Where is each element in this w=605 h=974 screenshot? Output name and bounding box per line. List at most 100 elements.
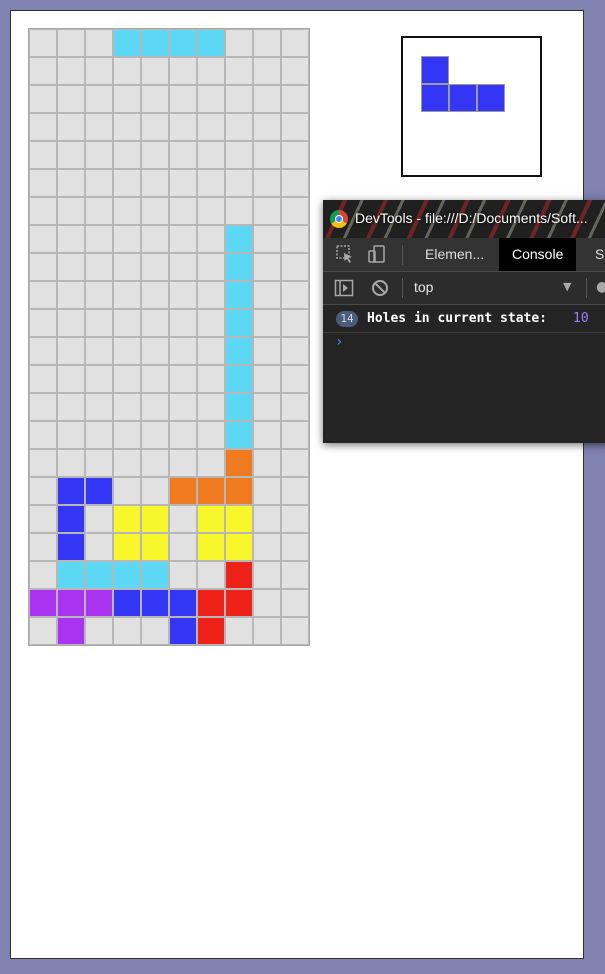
- board-cell-empty: [29, 113, 57, 141]
- board-cell-empty: [57, 141, 85, 169]
- board-cell-red: [197, 589, 225, 617]
- board-cell-empty: [225, 197, 253, 225]
- devtools-window[interactable]: DevTools - file:///D:/Documents/Soft... …: [323, 200, 605, 443]
- board-cell-empty: [85, 253, 113, 281]
- clear-console-icon[interactable]: [370, 278, 390, 302]
- devtools-titlebar[interactable]: DevTools - file:///D:/Documents/Soft...: [323, 200, 605, 238]
- board-cell-empty: [85, 421, 113, 449]
- board-cell-yellow: [197, 533, 225, 561]
- board-cell-blue: [85, 477, 113, 505]
- board-cell-empty: [253, 169, 281, 197]
- board-cell-empty: [281, 365, 309, 393]
- board-cell-empty: [85, 505, 113, 533]
- board-cell-empty: [57, 393, 85, 421]
- next-piece-cell: [449, 84, 477, 112]
- next-piece-cell: [421, 84, 449, 112]
- board-cell-empty: [281, 141, 309, 169]
- board-cell-empty: [281, 57, 309, 85]
- board-cell-empty: [253, 29, 281, 57]
- board-cell-blue: [169, 589, 197, 617]
- board-cell-empty: [281, 197, 309, 225]
- board-cell-empty: [57, 57, 85, 85]
- board-cell-empty: [29, 421, 57, 449]
- board-cell-red: [225, 589, 253, 617]
- board-cell-empty: [169, 309, 197, 337]
- dropdown-arrow-icon[interactable]: ▼: [563, 280, 571, 293]
- tab-console[interactable]: Console: [499, 238, 577, 271]
- board-cell-empty: [281, 225, 309, 253]
- board-cell-empty: [29, 533, 57, 561]
- console-output[interactable]: 14 Holes in current state: 10 ›: [323, 305, 605, 443]
- board-cell-empty: [29, 29, 57, 57]
- board-cell-empty: [253, 113, 281, 141]
- eye-icon[interactable]: ●: [596, 279, 605, 295]
- tab-sources[interactable]: Sc: [582, 238, 605, 271]
- board-cell-cyan: [197, 29, 225, 57]
- board-cell-empty: [281, 449, 309, 477]
- board-cell-red: [225, 561, 253, 589]
- board-cell-empty: [225, 29, 253, 57]
- board-cell-cyan: [225, 281, 253, 309]
- board-cell-empty: [281, 337, 309, 365]
- execution-context-select[interactable]: top: [414, 279, 433, 295]
- board-cell-empty: [169, 85, 197, 113]
- board-cell-empty: [57, 197, 85, 225]
- board-cell-empty: [141, 365, 169, 393]
- board-cell-empty: [29, 225, 57, 253]
- board-cell-empty: [197, 85, 225, 113]
- board-cell-empty: [85, 225, 113, 253]
- board-cell-empty: [253, 309, 281, 337]
- chevron-right-icon[interactable]: ›: [335, 334, 343, 350]
- board-cell-empty: [113, 421, 141, 449]
- board-cell-empty: [113, 309, 141, 337]
- board-cell-purple: [57, 589, 85, 617]
- board-cell-empty: [281, 309, 309, 337]
- board-cell-empty: [225, 169, 253, 197]
- board-cell-empty: [253, 281, 281, 309]
- board-cell-empty: [57, 29, 85, 57]
- board-cell-empty: [197, 169, 225, 197]
- board-cell-cyan: [225, 309, 253, 337]
- board-cell-empty: [169, 533, 197, 561]
- board-cell-orange: [225, 449, 253, 477]
- board-cell-empty: [141, 169, 169, 197]
- board-cell-empty: [169, 421, 197, 449]
- chrome-logo-icon: [330, 210, 348, 228]
- board-cell-empty: [113, 477, 141, 505]
- board-cell-empty: [113, 225, 141, 253]
- board-cell-cyan: [141, 29, 169, 57]
- board-cell-empty: [85, 617, 113, 645]
- board-cell-blue: [113, 589, 141, 617]
- board-cell-cyan: [225, 365, 253, 393]
- board-cell-empty: [141, 393, 169, 421]
- board-cell-empty: [85, 281, 113, 309]
- next-piece-cell: [477, 84, 505, 112]
- board-cell-empty: [197, 57, 225, 85]
- sidebar-toggle-icon[interactable]: [334, 278, 354, 302]
- board-cell-empty: [253, 617, 281, 645]
- board-cell-empty: [281, 253, 309, 281]
- board-cell-yellow: [141, 505, 169, 533]
- board-cell-empty: [113, 365, 141, 393]
- inspect-element-icon[interactable]: [335, 244, 355, 268]
- board-cell-empty: [169, 449, 197, 477]
- board-cell-empty: [85, 309, 113, 337]
- board-cell-empty: [225, 617, 253, 645]
- tab-elements[interactable]: Elemen...: [412, 238, 497, 271]
- board-cell-cyan: [113, 561, 141, 589]
- board-cell-empty: [113, 337, 141, 365]
- board-cell-blue: [57, 533, 85, 561]
- board-cell-orange: [225, 477, 253, 505]
- board-cell-empty: [253, 421, 281, 449]
- board-cell-empty: [225, 113, 253, 141]
- board-cell-empty: [197, 365, 225, 393]
- board-cell-yellow: [141, 533, 169, 561]
- board-cell-empty: [197, 393, 225, 421]
- board-cell-empty: [169, 225, 197, 253]
- device-toolbar-icon[interactable]: [367, 244, 387, 268]
- board-cell-empty: [113, 85, 141, 113]
- board-cell-empty: [197, 337, 225, 365]
- board-cell-cyan: [113, 29, 141, 57]
- board-cell-empty: [85, 169, 113, 197]
- board-cell-empty: [169, 197, 197, 225]
